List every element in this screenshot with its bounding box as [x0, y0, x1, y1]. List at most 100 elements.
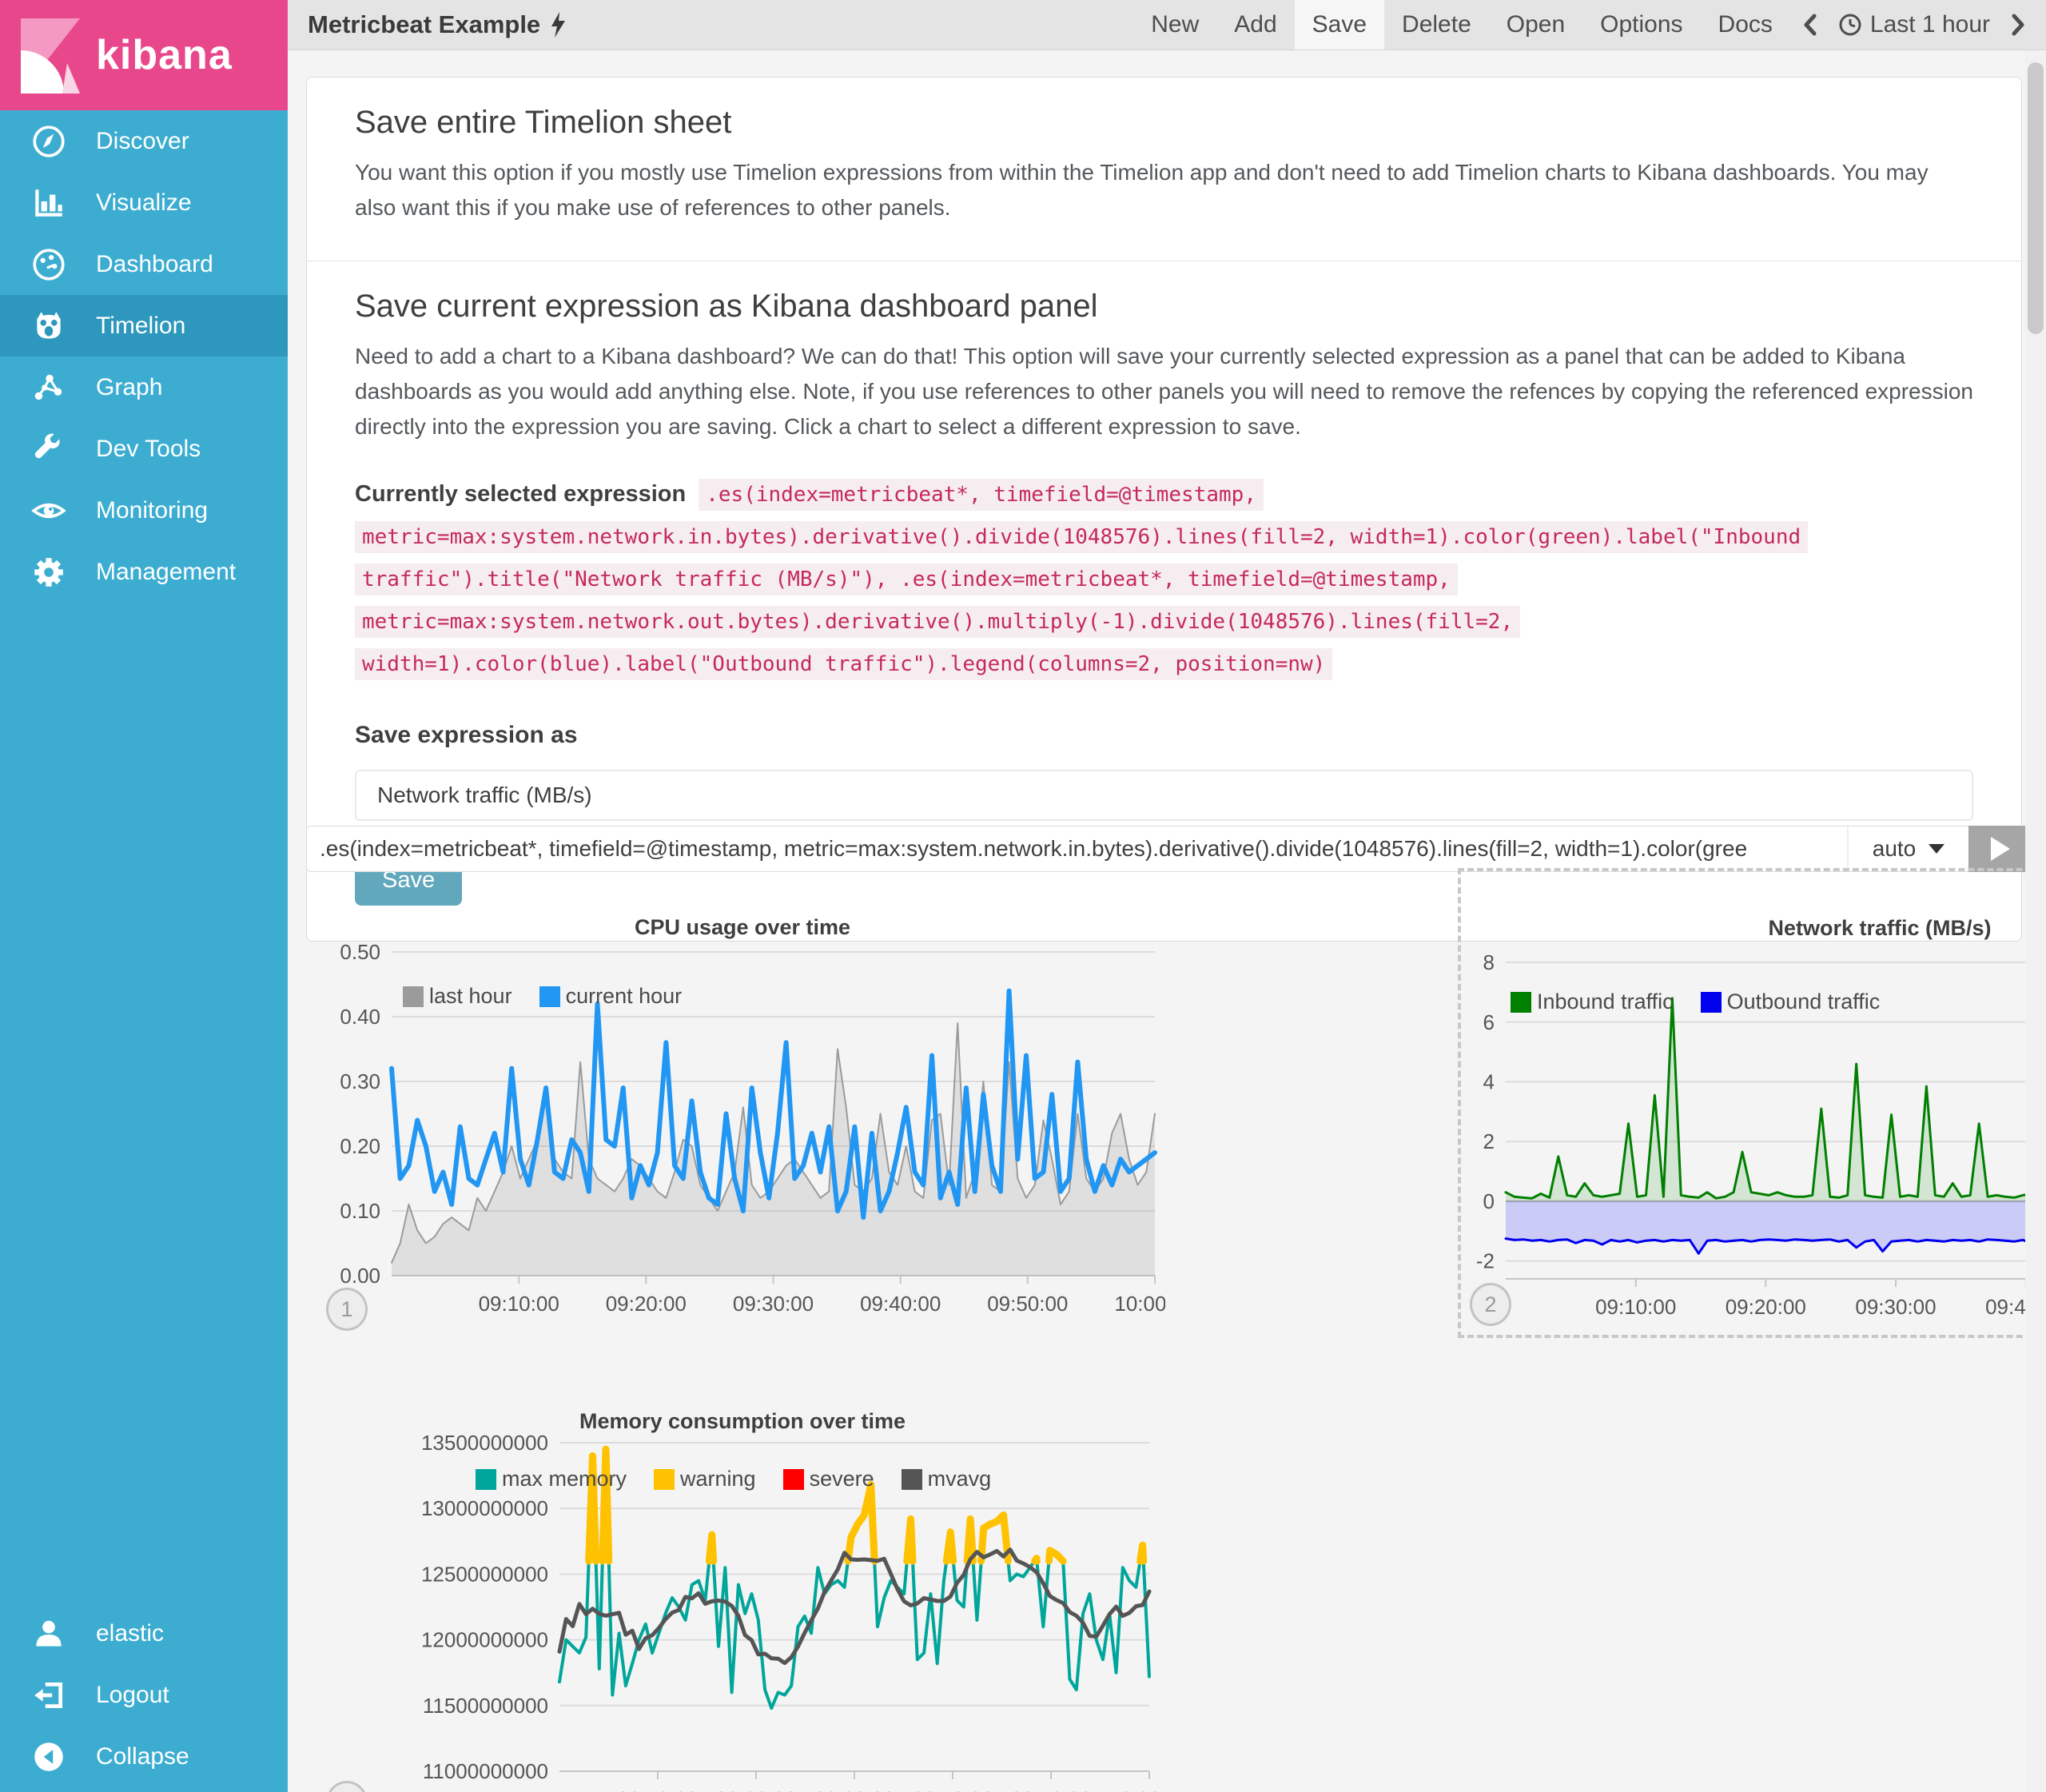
svg-text:09:20:00: 09:20:00 [606, 1292, 687, 1316]
legend-label: Outbound traffic [1726, 990, 1881, 1013]
cpu-usage-chart[interactable]: CPU usage over time 0.00 0.10 0.20 0.30 0.40… [320, 912, 1165, 1331]
sidebar-item-timelion[interactable]: Timelion [0, 295, 288, 356]
legend-swatch [901, 1468, 922, 1490]
svg-text:0.20: 0.20 [340, 1134, 380, 1158]
selected-expression-code: .es(index=metricbeat*, timefield=@timest… [355, 479, 1809, 680]
save-as-label: Save expression as [355, 722, 578, 748]
memory-consumption-chart[interactable]: Memory consumption over time 11000000000… [320, 1409, 1165, 1792]
save-expression-heading: Save current expression as Kibana dashbo… [355, 289, 1098, 324]
legend-label: severe [809, 1467, 874, 1491]
sidebar-item-monitoring[interactable]: Monitoring [0, 480, 288, 541]
svg-text:6: 6 [1483, 1010, 1495, 1034]
sidebar-bottom: elastic Logout Collapse [0, 1603, 288, 1787]
sidebar-item-visualize[interactable]: Visualize [0, 172, 288, 233]
menu-open-button[interactable]: Open [1489, 0, 1582, 50]
legend-swatch [539, 986, 560, 1007]
charts-area: CPU usage over time 0.00 0.10 0.20 0.30 0.40… [306, 868, 2046, 1792]
legend-label: mvavg [927, 1467, 992, 1491]
svg-text:12500000000: 12500000000 [421, 1562, 548, 1586]
legend-item: max memory [476, 1467, 627, 1491]
logout-icon [30, 1677, 67, 1714]
user-icon [30, 1615, 67, 1652]
play-icon [1991, 837, 2010, 861]
sidebar-item-label: Timelion [96, 312, 186, 339]
svg-text:10:00:00: 10:00:00 [1114, 1292, 1165, 1316]
time-back-button[interactable] [1790, 0, 1830, 50]
kibana-app: kibana Discover Visualize Dashboard Time… [0, 0, 2046, 1792]
wrench-icon [30, 431, 67, 468]
svg-text:0.10: 0.10 [340, 1199, 380, 1223]
svg-text:09:30:00: 09:30:00 [733, 1292, 814, 1316]
chart-number-badge: 2 [1470, 1283, 1511, 1326]
graph-icon [30, 369, 67, 406]
network-traffic-plot: -20246809:10:0009:20:0009:30:0009:40:000… [1476, 950, 2046, 1319]
kibana-wordmark: kibana [96, 32, 233, 78]
cpu-usage-plot: 0.00 0.10 0.20 0.30 0.40 0.50 09:10:00 09:20:00… [340, 940, 1165, 1316]
svg-text:0: 0 [1483, 1189, 1495, 1213]
sidebar-item-logout[interactable]: Logout [0, 1664, 288, 1726]
svg-text:4: 4 [1483, 1070, 1495, 1094]
sidebar-item-dashboard[interactable]: Dashboard [0, 233, 288, 295]
time-picker-button[interactable]: Last 1 hour [1830, 0, 1998, 50]
svg-text:09:10:00: 09:10:00 [1595, 1295, 1676, 1319]
menu-docs-button[interactable]: Docs [1701, 0, 1790, 50]
svg-text:0.40: 0.40 [340, 1005, 380, 1029]
chart-legend: max memory warning severe mvavg [476, 1467, 991, 1491]
svg-text:10:00:00: 10:00:00 [1109, 1787, 1165, 1792]
menu-new-button[interactable]: New [1133, 0, 1216, 50]
sidebar-item-label: Collapse [96, 1742, 189, 1770]
run-expression-button[interactable] [1968, 826, 2032, 872]
svg-text:0.50: 0.50 [340, 940, 380, 964]
sidebar-item-graph[interactable]: Graph [0, 356, 288, 418]
save-sheet-heading: Save entire Timelion sheet [355, 105, 732, 140]
legend-label: last hour [429, 984, 512, 1008]
sidebar-item-label: Monitoring [96, 496, 209, 524]
legend-item: current hour [539, 984, 682, 1009]
topbar-menu: New Add Save Delete Open Options Docs La… [1133, 0, 2046, 50]
legend-swatch [782, 1468, 804, 1490]
save-as-input[interactable] [355, 770, 1973, 821]
svg-text:09:40:00: 09:40:00 [860, 1292, 941, 1316]
save-sheet-section: Save entire Timelion sheet You want this… [307, 78, 2021, 261]
sidebar-item-label: Discover [96, 127, 189, 154]
time-picker-label: Last 1 hour [1869, 11, 1990, 38]
main-content: Save entire Timelion sheet You want this… [288, 50, 2046, 1792]
kibana-logo-icon [21, 18, 80, 94]
kibana-logo[interactable]: kibana [0, 0, 288, 110]
lightning-bolt-icon [551, 12, 566, 38]
menu-add-button[interactable]: Add [1216, 0, 1294, 50]
sidebar-item-user-elastic[interactable]: elastic [0, 1603, 288, 1664]
scrollbar-thumb[interactable] [2028, 62, 2044, 334]
svg-text:09:50:00: 09:50:00 [1010, 1787, 1091, 1792]
collapse-icon [30, 1738, 67, 1775]
menu-delete-button[interactable]: Delete [1384, 0, 1489, 50]
sidebar-item-dev-tools[interactable]: Dev Tools [0, 418, 288, 480]
time-forward-button[interactable] [1998, 0, 2038, 50]
sidebar-item-label: Logout [96, 1681, 169, 1708]
menu-options-button[interactable]: Options [1582, 0, 1700, 50]
menu-save-button[interactable]: Save [1294, 0, 1385, 50]
legend-item: mvavg [901, 1467, 992, 1491]
sheet-title-text: Metricbeat Example [308, 10, 541, 38]
legend-label: warning [680, 1467, 756, 1491]
legend-item: Outbound traffic [1700, 990, 1881, 1014]
legend-swatch [476, 1468, 496, 1490]
network-traffic-chart[interactable]: Network traffic (MB/s) -2 0 2 4 6 8 09:10:00 09… [1461, 871, 2046, 1335]
expression-input[interactable]: .es(index=metricbeat*, timefield=@timest… [307, 826, 1847, 871]
svg-text:09:30:00: 09:30:00 [814, 1787, 894, 1792]
sidebar-item-label: elastic [96, 1619, 165, 1647]
sidebar-item-discover[interactable]: Discover [0, 110, 288, 172]
legend-swatch [403, 986, 424, 1007]
svg-text:0.00: 0.00 [340, 1264, 380, 1288]
legend-item: severe [782, 1467, 874, 1491]
chevron-left-icon [1804, 14, 1817, 36]
save-panel: Save entire Timelion sheet You want this… [306, 77, 2022, 942]
svg-text:-2: -2 [1476, 1249, 1495, 1273]
sidebar-item-collapse[interactable]: Collapse [0, 1726, 288, 1787]
svg-text:13500000000: 13500000000 [421, 1431, 548, 1455]
sidebar-item-label: Dashboard [96, 250, 213, 277]
chart-number-badge: 1 [326, 1288, 368, 1331]
sidebar-item-management[interactable]: Management [0, 541, 288, 603]
legend-label: Inbound traffic [1537, 990, 1674, 1013]
interval-select[interactable]: auto [1847, 826, 1968, 871]
